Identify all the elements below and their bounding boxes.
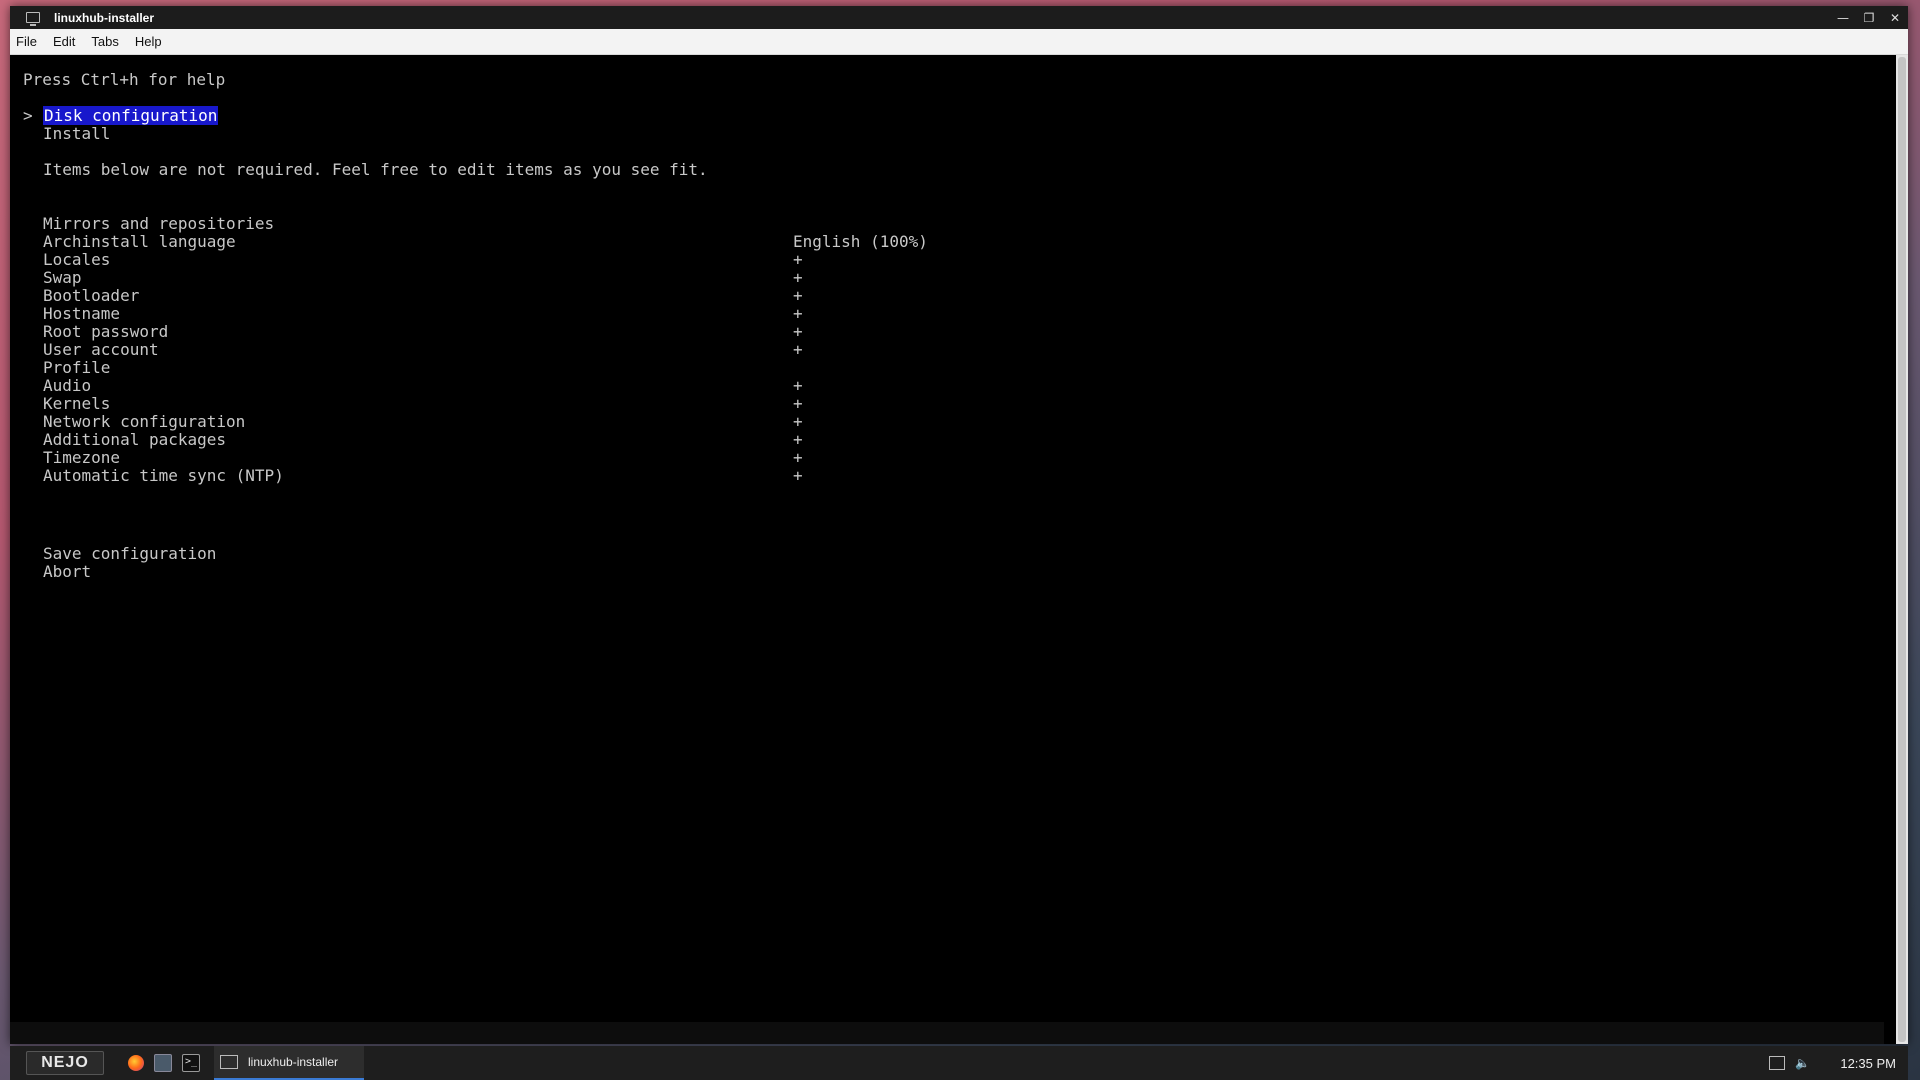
terminal-icon[interactable]: >_ — [182, 1054, 200, 1072]
selection-cursor: > — [23, 106, 33, 125]
menu-item-value: + — [793, 322, 803, 341]
menu-item-root-password[interactable]: Root password + — [43, 323, 1843, 341]
terminal-app-icon — [26, 12, 40, 26]
menu-item-timezone[interactable]: Timezone + — [43, 449, 1843, 467]
menu-item-profile[interactable]: Profile — [43, 359, 1843, 377]
menu-item-label: Mirrors and repositories — [43, 214, 275, 233]
menu-item-label: User account — [43, 340, 159, 359]
menu-bar: File Edit Tabs Help — [10, 29, 1908, 55]
menu-item-bootloader[interactable]: Bootloader + — [43, 287, 1843, 305]
menu-item-archinstall-language[interactable]: Archinstall language English (100%) — [43, 233, 1843, 251]
menu-item-label: Timezone — [43, 448, 121, 467]
firefox-icon[interactable] — [128, 1055, 144, 1071]
volume-icon[interactable]: 🔈 — [1795, 1056, 1810, 1070]
menu-file[interactable]: File — [10, 34, 45, 49]
menu-item-value: + — [793, 286, 803, 305]
menu-item-value: + — [793, 412, 803, 431]
menu-item-label: Kernels — [43, 394, 111, 413]
taskbar-item-installer[interactable]: linuxhub-installer — [214, 1046, 364, 1080]
installer-menu: Press Ctrl+h for help > Disk configurati… — [23, 71, 1882, 1022]
taskbar: NEJO >_ linuxhub-installer 🔈 12:35 PM — [10, 1046, 1908, 1080]
clock[interactable]: 12:35 PM — [1840, 1056, 1896, 1071]
menu-item-label: Audio — [43, 376, 92, 395]
menu-item-hostname[interactable]: Hostname + — [43, 305, 1843, 323]
maximize-icon[interactable]: ❐ — [1856, 6, 1882, 29]
close-icon[interactable]: ✕ — [1882, 6, 1908, 29]
menu-item-mirrors-and-repositories[interactable]: Mirrors and repositories — [43, 215, 1843, 233]
minimize-icon[interactable]: — — [1830, 6, 1856, 29]
menu-item-audio[interactable]: Audio + — [43, 377, 1843, 395]
window-controls: — ❐ ✕ — [1830, 6, 1908, 29]
menu-item-abort[interactable]: Abort — [43, 563, 91, 581]
title-bar[interactable]: linuxhub-installer — ❐ ✕ — [10, 6, 1908, 29]
terminal-window-icon — [220, 1055, 238, 1069]
menu-item-value: + — [793, 448, 803, 467]
menu-item-label: Swap — [43, 268, 82, 287]
menu-item-label: Hostname — [43, 304, 121, 323]
quick-launch: >_ — [128, 1054, 200, 1072]
menu-item-network-configuration[interactable]: Network configuration + — [43, 413, 1843, 431]
menu-item-label: Additional packages — [43, 430, 227, 449]
system-tray: 🔈 12:35 PM — [1769, 1056, 1896, 1071]
file-manager-icon[interactable] — [154, 1054, 172, 1072]
optional-note: Items below are not required. Feel free … — [43, 160, 708, 179]
installer-window: linuxhub-installer — ❐ ✕ File Edit Tabs … — [10, 6, 1908, 1044]
menu-item-automatic-time-sync-ntp[interactable]: Automatic time sync (NTP) + — [43, 467, 1843, 485]
help-hint: Press Ctrl+h for help — [23, 70, 226, 89]
menu-item-kernels[interactable]: Kernels + — [43, 395, 1843, 413]
menu-item-value: English (100%) — [793, 232, 928, 251]
terminal-bottom-margin — [10, 1022, 1884, 1044]
menu-item-label: Bootloader — [43, 286, 140, 305]
window-title: linuxhub-installer — [54, 10, 155, 25]
start-menu-button[interactable]: NEJO — [26, 1051, 104, 1075]
menu-item-value: + — [793, 430, 803, 449]
menu-help[interactable]: Help — [127, 34, 170, 49]
network-icon[interactable] — [1769, 1056, 1786, 1070]
menu-item-swap[interactable]: Swap + — [43, 269, 1843, 287]
menu-item-value: + — [793, 340, 803, 359]
menu-item-value: + — [793, 304, 803, 323]
menu-item-save-configuration[interactable]: Save configuration — [43, 545, 216, 563]
menu-item-label: Network configuration — [43, 412, 246, 431]
menu-tabs[interactable]: Tabs — [83, 34, 126, 49]
scrollbar-thumb[interactable] — [1898, 57, 1906, 1042]
menu-item-value: + — [793, 466, 803, 485]
menu-item-label: Archinstall language — [43, 232, 236, 251]
menu-item-label: Profile — [43, 358, 111, 377]
menu-item-value: + — [793, 268, 803, 287]
menu-item-additional-packages[interactable]: Additional packages + — [43, 431, 1843, 449]
menu-item-label: Root password — [43, 322, 169, 341]
terminal-area[interactable]: Press Ctrl+h for help > Disk configurati… — [10, 55, 1896, 1044]
menu-item-label: Locales — [43, 250, 111, 269]
menu-item-value: + — [793, 250, 803, 269]
menu-item-label: Automatic time sync (NTP) — [43, 466, 284, 485]
menu-item-value: + — [793, 376, 803, 395]
menu-edit[interactable]: Edit — [45, 34, 83, 49]
menu-item-value: + — [793, 394, 803, 413]
menu-item-locales[interactable]: Locales + — [43, 251, 1843, 269]
taskbar-item-label: linuxhub-installer — [248, 1055, 339, 1069]
terminal-scrollbar[interactable] — [1896, 55, 1908, 1044]
menu-item-user-account[interactable]: User account + — [43, 341, 1843, 359]
menu-item-disk-configuration[interactable]: Disk configuration — [43, 106, 219, 125]
menu-item-install[interactable]: Install — [43, 125, 110, 143]
